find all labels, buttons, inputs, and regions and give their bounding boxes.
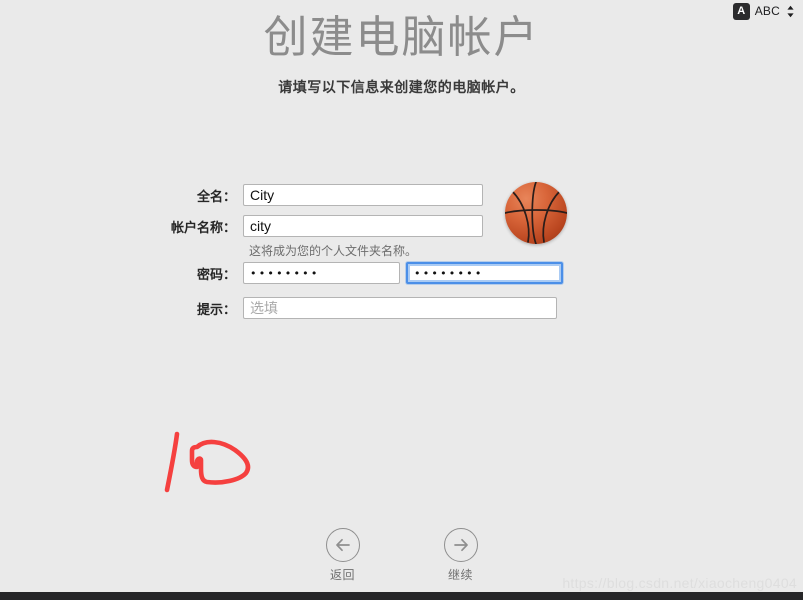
back-button-label: 返回 xyxy=(329,568,355,582)
red-handdrawn-mark xyxy=(164,431,251,493)
hint-label: 提示： xyxy=(196,301,236,317)
account-name-value: city xyxy=(250,218,271,234)
fullname-label: 全名： xyxy=(196,188,236,204)
account-name-input[interactable]: city xyxy=(243,215,483,237)
password-input[interactable]: •••••••• xyxy=(243,262,400,284)
back-button[interactable]: 返回 xyxy=(315,528,371,583)
page-title: 创建电脑帐户 xyxy=(263,13,540,62)
arrow-right-circle-icon xyxy=(443,528,478,562)
basketball-avatar[interactable] xyxy=(505,182,567,244)
account-name-label: 帐户名称： xyxy=(170,219,236,235)
password-value: •••••••• xyxy=(250,266,320,280)
hint-input[interactable]: 选填 xyxy=(243,297,557,319)
hint-row: 提示： 选填 xyxy=(133,297,557,319)
continue-button[interactable]: 继续 xyxy=(433,528,489,583)
fullname-value: City xyxy=(250,187,275,203)
fullname-row: 全名： City xyxy=(133,184,483,206)
account-name-helper-text: 这将成为您的个人文件夹名称。 xyxy=(249,244,418,258)
fullname-input[interactable]: City xyxy=(243,184,483,206)
password-verify-input[interactable]: •••••••• xyxy=(406,262,563,284)
hint-placeholder: 选填 xyxy=(250,300,278,316)
password-row: 密码： •••••••• •••••••• xyxy=(133,262,563,284)
continue-button-label: 继续 xyxy=(447,568,473,582)
account-name-row: 帐户名称： city xyxy=(133,215,483,237)
page-subtitle: 请填写以下信息来创建您的电脑帐户。 xyxy=(278,79,525,95)
arrow-left-circle-icon xyxy=(325,528,360,562)
password-verify-value: •••••••• xyxy=(414,266,484,280)
watermark-text: https://blog.csdn.net/xiaocheng0404 xyxy=(562,575,797,591)
basketball-seams-icon xyxy=(505,182,567,244)
bottom-dark-strip xyxy=(0,592,803,600)
password-label: 密码： xyxy=(196,266,236,282)
